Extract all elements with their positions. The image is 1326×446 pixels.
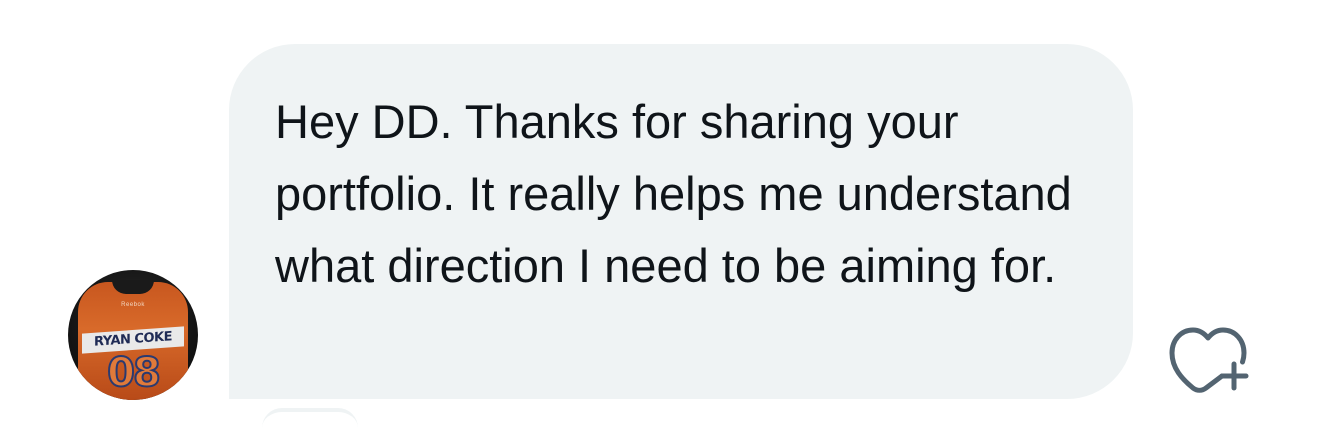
next-message-bubble-edge [262, 408, 358, 442]
jersey-brand: Reebok [121, 302, 145, 308]
jersey-number: 08 [106, 349, 162, 397]
message-bubble[interactable]: Hey DD. Thanks for sharing your portfoli… [229, 44, 1133, 399]
sender-avatar[interactable]: Reebok RYAN COKE 08 [68, 270, 198, 400]
avatar-jersey-image: Reebok RYAN COKE 08 [78, 280, 188, 400]
message-text: Hey DD. Thanks for sharing your portfoli… [275, 95, 1072, 292]
heart-plus-icon[interactable] [1168, 318, 1254, 394]
